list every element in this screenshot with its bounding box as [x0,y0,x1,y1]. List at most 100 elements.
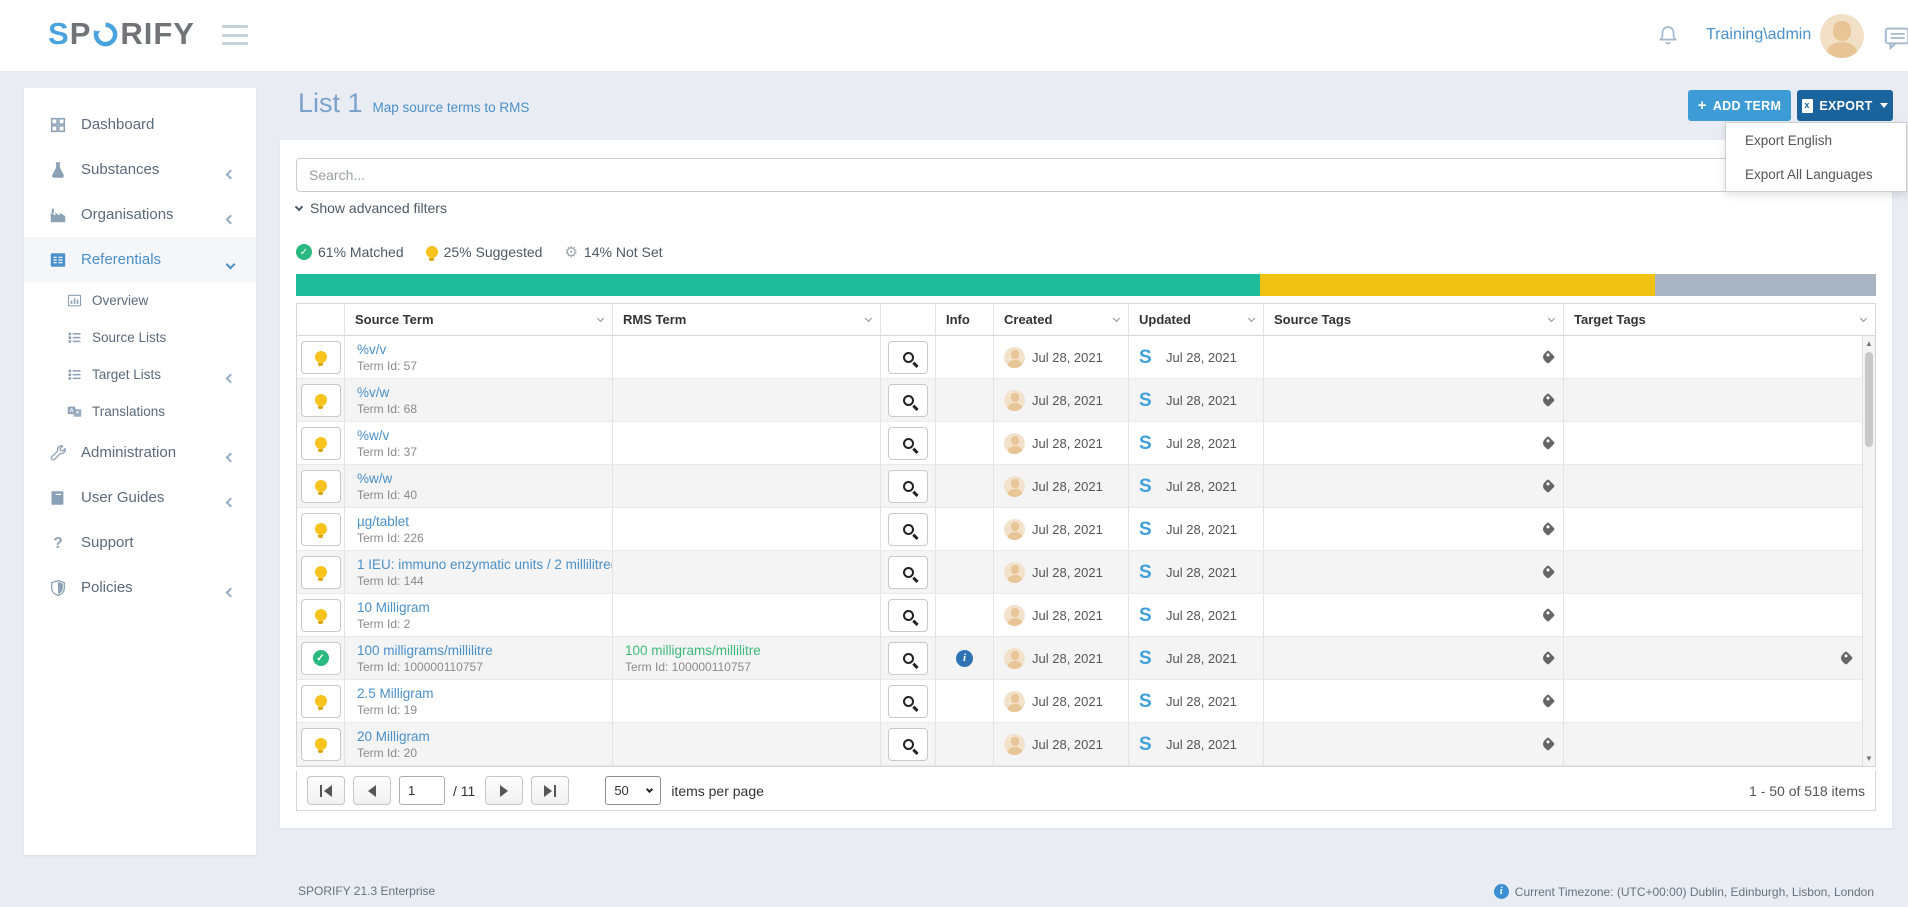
previous-page-button[interactable] [353,776,391,805]
export-button[interactable]: EXPORT [1797,90,1893,121]
rms-term-link[interactable]: 100 milligrams/millilitre [625,643,761,658]
source-term-link[interactable]: 100 milligrams/millilitre [357,643,493,658]
sidebar-item-source-lists[interactable]: Source Lists [24,319,256,356]
source-term-link[interactable]: 1 IEU: immuno enzymatic units / 2 millil… [357,557,613,572]
info-icon[interactable]: i [956,650,973,667]
preview-term-button[interactable] [888,685,928,718]
page-title: List 1 [298,88,363,119]
source-term-cell: 20 Milligram Term Id: 20 [345,723,613,765]
tag-icon [1541,522,1555,536]
preview-cell [881,723,936,765]
source-term-link[interactable]: %w/w [357,471,392,486]
column-header-target-tags[interactable]: Target Tags [1564,304,1875,335]
add-term-button[interactable]: +ADD TERM [1688,90,1791,121]
term-status-button[interactable]: ✓ [301,427,341,460]
term-status-button[interactable]: ✓ [301,728,341,761]
preview-term-button[interactable] [888,384,928,417]
term-status-button[interactable]: ✓ [301,556,341,589]
column-header-rms-term[interactable]: RMS Term [613,304,881,335]
term-status-button[interactable]: ✓ [301,513,341,546]
updated-date: Jul 28, 2021 [1166,350,1237,365]
timezone-label: iCurrent Timezone: (UTC+00:00) Dublin, E… [1494,884,1874,899]
sidebar-item-substances[interactable]: Substances [24,147,256,192]
logo-letter-s: S [48,16,70,52]
export-all-languages-item[interactable]: Export All Languages [1726,157,1906,191]
source-term-link[interactable]: 20 Milligram [357,729,430,744]
table-row: ✓ 1 IEU: immuno enzymatic units / 2 mill… [297,551,1875,594]
next-page-button[interactable] [485,776,523,805]
caret-down-icon [1880,103,1888,108]
show-advanced-filters-toggle[interactable]: Show advanced filters [296,200,447,216]
column-header-source-tags[interactable]: Source Tags [1264,304,1564,335]
sidebar-item-overview[interactable]: Overview [24,282,256,319]
term-status-button[interactable]: ✓ [301,384,341,417]
sporify-s-icon: S [1139,735,1159,754]
source-term-link[interactable]: 2.5 Milligram [357,686,434,701]
sort-chevron-icon [1548,315,1555,322]
scrollbar-thumb[interactable] [1865,352,1873,447]
items-range-label: 1 - 50 of 518 items [1749,783,1865,799]
source-term-link[interactable]: %w/v [357,428,389,443]
total-pages-label: / 11 [453,783,475,799]
source-term-link[interactable]: %v/v [357,342,386,357]
magnifier-icon [903,395,914,406]
sidebar-item-administration[interactable]: Administration [24,430,256,475]
rms-term-cell: 100 milligrams/millilitre Term Id: 10000… [613,637,881,679]
source-tags-cell [1264,336,1564,378]
source-term-link[interactable]: %v/w [357,385,389,400]
chevron-down-icon [227,255,234,272]
preview-term-button[interactable] [888,470,928,503]
chat-icon[interactable] [1884,26,1908,55]
chevron-left-icon [227,210,234,227]
term-status-button[interactable]: ✓ [301,341,341,374]
sidebar-item-support[interactable]: ? Support [24,520,256,565]
sidebar-item-target-lists[interactable]: Target Lists [24,356,256,393]
status-cell: ✓ [297,336,345,378]
table-scrollbar[interactable]: ▲ ▼ [1862,336,1875,766]
export-english-item[interactable]: Export English [1726,123,1906,157]
hamburger-menu-icon[interactable] [222,25,248,45]
preview-term-button[interactable] [888,599,928,632]
target-tags-cell [1564,508,1875,550]
scroll-down-icon[interactable]: ▼ [1863,754,1875,763]
progress-matched-segment [296,274,1260,296]
preview-term-button[interactable] [888,556,928,589]
preview-term-button[interactable] [888,642,928,675]
term-status-button[interactable]: ✓ [301,470,341,503]
current-user[interactable]: Training\admin [1706,26,1811,44]
page-size-select[interactable]: 50 [605,776,661,805]
sidebar-item-translations[interactable]: A* Translations [24,393,256,430]
preview-term-button[interactable] [888,513,928,546]
sidebar-item-dashboard[interactable]: Dashboard [24,102,256,147]
updated-date: Jul 28, 2021 [1166,737,1237,752]
column-header-source-term[interactable]: Source Term [345,304,613,335]
term-status-button[interactable]: ✓ [301,599,341,632]
magnifier-icon [903,610,914,621]
rms-term-cell [613,594,881,636]
sidebar-item-policies[interactable]: Policies [24,565,256,610]
source-term-cell: %v/w Term Id: 68 [345,379,613,421]
source-term-link[interactable]: µg/tablet [357,514,409,529]
sidebar-item-referentials[interactable]: Referentials [24,237,256,282]
source-term-link[interactable]: 10 Milligram [357,600,430,615]
search-input[interactable] [296,158,1876,192]
creator-avatar-icon [1004,476,1025,497]
preview-term-button[interactable] [888,427,928,460]
preview-term-button[interactable] [888,341,928,374]
sidebar-item-organisations[interactable]: Organisations [24,192,256,237]
term-status-button[interactable]: ✓ [301,685,341,718]
suggested-bulb-icon [315,695,327,707]
page-number-input[interactable] [399,776,445,805]
term-status-button[interactable]: ✓ [301,642,341,675]
scroll-up-icon[interactable]: ▲ [1863,339,1875,348]
column-header-updated[interactable]: Updated [1129,304,1264,335]
notifications-bell-icon[interactable] [1656,24,1680,53]
first-page-button[interactable] [307,776,345,805]
column-header-created[interactable]: Created [994,304,1129,335]
user-avatar[interactable] [1820,14,1864,58]
target-tags-cell [1564,379,1875,421]
last-page-button[interactable] [531,776,569,805]
preview-term-button[interactable] [888,728,928,761]
source-tags-cell [1264,723,1564,765]
sidebar-item-user-guides[interactable]: User Guides [24,475,256,520]
